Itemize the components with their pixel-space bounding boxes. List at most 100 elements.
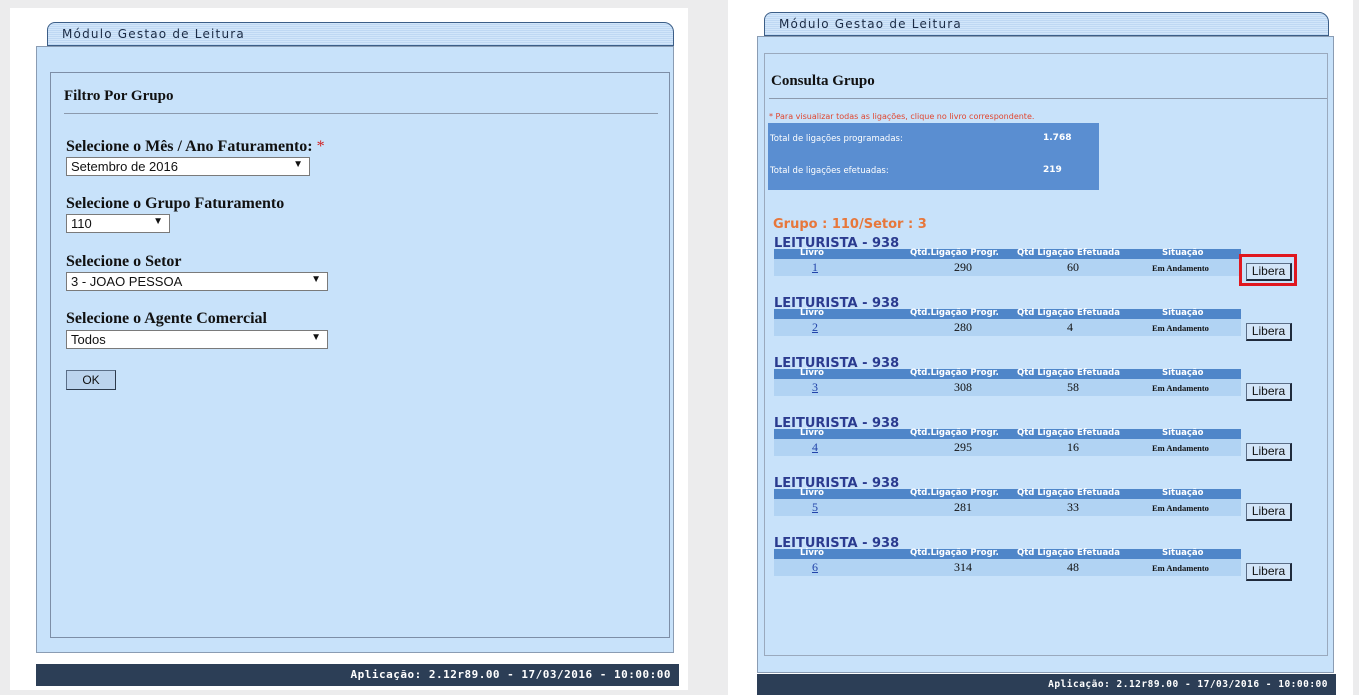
app-footer: Aplicação: 2.12r89.00 - 17/03/2016 - 10:… [757, 674, 1336, 695]
programadas-value: 1.768 [1043, 133, 1072, 143]
leiturista-block: LEITURISTA - 938 Livro Qtd.Ligação Progr. Q… [774, 236, 1294, 282]
divider [769, 98, 1327, 99]
qtd-efetuada-cell: 60 [1067, 260, 1079, 274]
column-header: Qtd.Ligação Progr. [910, 428, 999, 438]
qtd-progr-cell: 280 [954, 320, 972, 334]
module-title: Módulo Gestao de Leitura [62, 27, 245, 41]
qtd-progr-cell: 314 [954, 560, 972, 574]
table-row: 3 308 58 Em Andamento [774, 379, 1241, 396]
column-header: Qtd.Ligação Progr. [910, 488, 999, 498]
chevron-down-icon: ▼ [293, 159, 303, 170]
libera-button[interactable]: Libera [1246, 503, 1292, 521]
programadas-label: Total de ligações programadas: [770, 134, 903, 144]
table-row: 1 290 60 Em Andamento [774, 259, 1241, 276]
agente-label: Selecione o Agente Comercial [66, 310, 267, 327]
column-header: Livro [800, 248, 824, 258]
qtd-efetuada-cell: 48 [1067, 560, 1079, 574]
column-header: Qtd.Ligação Progr. [910, 548, 999, 558]
situacao-cell: Em Andamento [1152, 503, 1209, 513]
required-mark: * [316, 138, 325, 155]
leiturista-block: LEITURISTA - 938 Livro Qtd.Ligação Progr. Q… [774, 296, 1294, 342]
table-row: 4 295 16 Em Andamento [774, 439, 1241, 456]
leiturista-block: LEITURISTA - 938 Livro Qtd.Ligação Progr. Q… [774, 476, 1294, 522]
chevron-down-icon: ▼ [311, 274, 321, 285]
efetuadas-value: 219 [1043, 165, 1062, 175]
section-title: Consulta Grupo [771, 73, 875, 89]
table-header: Livro Qtd.Ligação Progr. Qtd Ligação Efetu… [774, 368, 1241, 379]
qtd-efetuada-cell: 16 [1067, 440, 1079, 454]
composite-screenshot: Módulo Gestao de Leitura Filtro Por Grup… [0, 0, 1359, 695]
divider [64, 113, 658, 114]
app-footer: Aplicação: 2.12r89.00 - 17/03/2016 - 10:… [36, 664, 679, 686]
column-header: Qtd Ligação Efetuada [1017, 428, 1120, 438]
column-header: Livro [800, 368, 824, 378]
libera-highlight-box [1239, 254, 1297, 286]
table-header: Livro Qtd.Ligação Progr. Qtd Ligação Efetu… [774, 428, 1241, 439]
efetuadas-label: Total de ligações efetuadas: [770, 166, 889, 176]
column-header: Situação [1162, 368, 1204, 378]
libera-button[interactable]: Libera [1246, 563, 1292, 581]
column-header: Situação [1162, 488, 1204, 498]
livro-link[interactable]: 6 [812, 560, 818, 575]
situacao-cell: Em Andamento [1152, 323, 1209, 333]
table-header: Livro Qtd.Ligação Progr. Qtd Ligação Efetu… [774, 488, 1241, 499]
column-header: Situação [1162, 308, 1204, 318]
column-header: Livro [800, 428, 824, 438]
grupo-setor-heading: Grupo : 110/Setor : 3 [773, 217, 927, 232]
column-header: Situação [1162, 248, 1204, 258]
livro-link[interactable]: 2 [812, 320, 818, 335]
column-header: Qtd.Ligação Progr. [910, 368, 999, 378]
table-row: 5 281 33 Em Andamento [774, 499, 1241, 516]
qtd-progr-cell: 308 [954, 380, 972, 394]
module-header: Módulo Gestao de Leitura [764, 12, 1329, 36]
section-title: Filtro Por Grupo [64, 88, 174, 104]
qtd-progr-cell: 290 [954, 260, 972, 274]
column-header: Livro [800, 548, 824, 558]
agente-select[interactable]: Todos ▼ [66, 330, 328, 349]
situacao-cell: Em Andamento [1152, 383, 1209, 393]
column-header: Situação [1162, 428, 1204, 438]
leiturista-block: LEITURISTA - 938 Livro Qtd.Ligação Progr. Q… [774, 536, 1294, 582]
livro-link[interactable]: 1 [812, 260, 818, 275]
table-header: Livro Qtd.Ligação Progr. Qtd Ligação Efetu… [774, 308, 1241, 319]
column-header: Qtd Ligação Efetuada [1017, 368, 1120, 378]
column-header: Qtd Ligação Efetuada [1017, 548, 1120, 558]
libera-button[interactable]: Libera [1246, 383, 1292, 401]
livro-link[interactable]: 3 [812, 380, 818, 395]
mes-ano-select[interactable]: Setembro de 2016 ▼ [66, 157, 310, 176]
table-header: Livro Qtd.Ligação Progr. Qtd Ligação Efetu… [774, 548, 1241, 559]
column-header: Situação [1162, 548, 1204, 558]
column-header: Qtd.Ligação Progr. [910, 308, 999, 318]
libera-button[interactable]: Libera [1246, 443, 1292, 461]
qtd-progr-cell: 281 [954, 500, 972, 514]
qtd-efetuada-cell: 58 [1067, 380, 1079, 394]
column-header: Livro [800, 488, 824, 498]
instruction-note: * Para visualizar todas as ligações, cli… [769, 112, 1035, 121]
setor-select[interactable]: 3 - JOAO PESSOA ▼ [66, 272, 328, 291]
column-header: Qtd Ligação Efetuada [1017, 488, 1120, 498]
column-header: Qtd.Ligação Progr. [910, 248, 999, 258]
leiturista-block: LEITURISTA - 938 Livro Qtd.Ligação Progr. Q… [774, 416, 1294, 462]
column-header: Livro [800, 308, 824, 318]
situacao-cell: Em Andamento [1152, 443, 1209, 453]
qtd-efetuada-cell: 4 [1067, 320, 1073, 334]
qtd-progr-cell: 295 [954, 440, 972, 454]
table-header: Livro Qtd.Ligação Progr. Qtd Ligação Efetu… [774, 248, 1241, 259]
setor-label: Selecione o Setor [66, 253, 182, 270]
livro-link[interactable]: 4 [812, 440, 818, 455]
chevron-down-icon: ▼ [311, 332, 321, 343]
libera-button[interactable]: Libera [1246, 323, 1292, 341]
table-row: 6 314 48 Em Andamento [774, 559, 1241, 576]
grupo-select[interactable]: 110 ▼ [66, 214, 170, 233]
module-title: Módulo Gestao de Leitura [779, 17, 962, 31]
grupo-label: Selecione o Grupo Faturamento [66, 195, 285, 212]
module-header: Módulo Gestao de Leitura [47, 22, 674, 46]
ok-button[interactable]: OK [66, 370, 116, 390]
situacao-cell: Em Andamento [1152, 563, 1209, 573]
table-row: 2 280 4 Em Andamento [774, 319, 1241, 336]
leiturista-block: LEITURISTA - 938 Livro Qtd.Ligação Progr. Q… [774, 356, 1294, 402]
situacao-cell: Em Andamento [1152, 263, 1209, 273]
column-header: Qtd Ligação Efetuada [1017, 248, 1120, 258]
livro-link[interactable]: 5 [812, 500, 818, 515]
qtd-efetuada-cell: 33 [1067, 500, 1079, 514]
